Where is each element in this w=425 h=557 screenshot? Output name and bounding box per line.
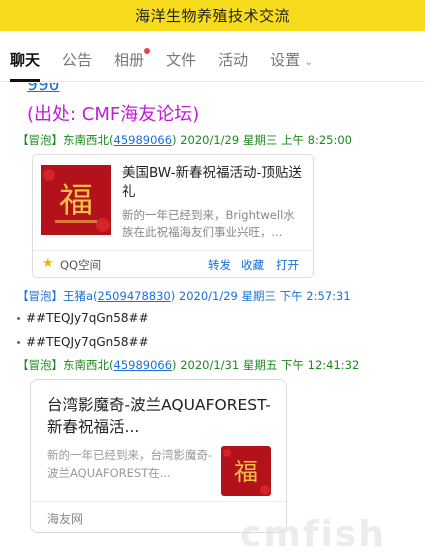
tab-chat[interactable]: 聊天	[10, 38, 41, 82]
sender-qq-link[interactable]: 2509478830	[98, 289, 171, 303]
sender-name[interactable]: 东南西北	[63, 133, 109, 147]
card-source: QQ空间	[60, 258, 102, 272]
card-description: 新的一年已经到来，台湾影魔奇-波兰AQUAFOREST在...	[47, 448, 213, 480]
fu-thumbnail-icon: 福	[41, 165, 111, 235]
card-title: 美国BW-新春祝福活动-顶贴送礼	[122, 165, 302, 200]
message-tag: 【冒泡】	[17, 289, 63, 303]
bullet-icon	[17, 317, 20, 320]
message-text: ##TEQJy7qGn58##	[26, 335, 149, 349]
tab-files-label: 文件	[166, 50, 197, 69]
share-card[interactable]: 台湾影魔奇-波兰AQUAFOREST-新春祝福活... 新的一年已经到来，台湾影…	[30, 379, 287, 533]
source-note: (出处: CMF海友论坛)	[27, 104, 200, 125]
card-footer: ★ QQ空间 转发 收藏 打开	[33, 250, 313, 278]
group-title: 海洋生物养殖技术交流	[134, 7, 290, 25]
notification-dot-icon	[144, 47, 151, 54]
message-line: ##TEQJy7qGn58##	[17, 335, 149, 349]
message-time: 2020/1/29 星期三 上午 8:25:00	[180, 133, 352, 147]
tab-settings-label: 设置	[270, 50, 301, 69]
group-title-bar: 海洋生物养殖技术交流	[0, 0, 425, 31]
sender-qq-link[interactable]: 45989066	[114, 133, 173, 147]
favorite-button[interactable]: 收藏	[241, 257, 264, 273]
message-time: 2020/1/31 星期五 下午 12:41:32	[180, 358, 360, 372]
tab-announcement[interactable]: 公告	[62, 38, 92, 82]
fu-thumbnail-icon: 福	[221, 446, 271, 496]
tab-announcement-label: 公告	[62, 50, 93, 69]
message-line: ##TEQJy7qGn58##	[17, 311, 149, 325]
share-card[interactable]: 福 美国BW-新春祝福活动-顶贴送礼 新的一年已经到来，Brightwell水族…	[32, 154, 314, 278]
message-header: 【冒泡】东南西北(45989066) 2020/1/31 星期五 下午 12:4…	[17, 358, 360, 372]
tab-activity-label: 活动	[218, 50, 249, 69]
message-header: 【冒泡】王猪a(2509478830) 2020/1/29 星期三 下午 2:5…	[17, 289, 351, 303]
card-title: 台湾影魔奇-波兰AQUAFOREST-新春祝福活...	[47, 396, 271, 436]
star-icon: ★	[42, 256, 54, 271]
tab-activity[interactable]: 活动	[218, 38, 248, 82]
message-header: 【冒泡】东南西北(45989066) 2020/1/29 星期三 上午 8:25…	[17, 133, 352, 147]
sender-qq-link[interactable]: 45989066	[114, 358, 173, 372]
bullet-icon	[17, 341, 20, 344]
card-source: 海友网	[47, 512, 84, 526]
open-button[interactable]: 打开	[276, 257, 299, 273]
chat-content: 990 (出处: CMF海友论坛) 【冒泡】东南西北(45989066) 202…	[0, 83, 420, 557]
svg-text:福: 福	[59, 181, 93, 221]
forward-button[interactable]: 转发	[208, 257, 231, 273]
tab-bar: 聊天 公告 相册 文件 活动 设置 ⌄	[0, 38, 425, 82]
message-text: ##TEQJy7qGn58##	[26, 311, 149, 325]
tab-files[interactable]: 文件	[166, 38, 196, 82]
tab-chat-label: 聊天	[10, 50, 41, 69]
tab-album-label: 相册	[114, 50, 145, 69]
sender-name[interactable]: 王猪a	[63, 289, 93, 303]
message-tag: 【冒泡】	[17, 133, 63, 147]
message-time: 2020/1/29 星期三 下午 2:57:31	[178, 289, 351, 303]
tab-settings[interactable]: 设置 ⌄	[270, 38, 313, 82]
svg-text:福: 福	[234, 458, 258, 486]
cut-off-link[interactable]: 990	[27, 83, 60, 95]
message-tag: 【冒泡】	[17, 358, 63, 372]
card-description: 新的一年已经到来，Brightwell水族在此祝福海友们事业兴旺，...	[122, 208, 295, 239]
watermark-logo: cmfish	[240, 514, 386, 555]
tab-album[interactable]: 相册	[114, 38, 151, 82]
chevron-down-icon: ⌄	[304, 54, 314, 68]
sender-name[interactable]: 东南西北	[63, 358, 109, 372]
